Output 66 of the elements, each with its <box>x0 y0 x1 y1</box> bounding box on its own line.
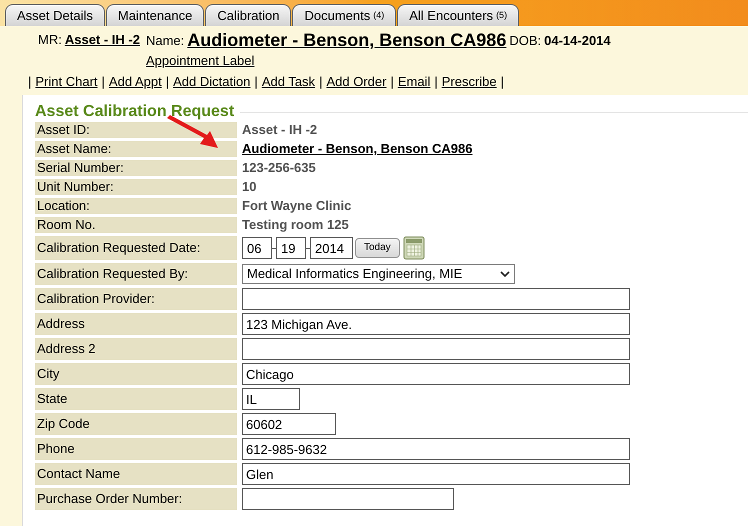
text-field[interactable]: 612-985-9632 <box>242 438 630 460</box>
field-label: Location: <box>35 198 237 214</box>
field-label: Contact Name <box>35 463 237 485</box>
separator: | <box>319 72 322 91</box>
day-field[interactable]: 19 <box>276 237 306 259</box>
text-field[interactable] <box>242 488 454 510</box>
text-field[interactable]: 60602 <box>242 413 336 435</box>
name-label: Name: <box>146 32 184 50</box>
tab[interactable]: Documents (4) <box>292 4 396 26</box>
separator: | <box>500 72 504 91</box>
field-label: Calibration Provider: <box>35 288 237 310</box>
tab[interactable]: Calibration <box>205 4 292 26</box>
patient-name-link[interactable]: Audiometer - Benson, Benson CA986 <box>187 29 506 51</box>
month-field[interactable]: 06 <box>242 237 272 259</box>
requested-by-select[interactable]: Medical Informatics Engineering, MIE <box>242 264 515 284</box>
mr-label: MR: <box>38 31 62 49</box>
action-link[interactable]: Add Task <box>262 72 316 91</box>
text-field[interactable]: IL <box>242 388 300 410</box>
field-label: Purchase Order Number: <box>35 488 237 510</box>
field-value: 10 <box>242 179 256 195</box>
separator: | <box>102 72 105 91</box>
field-value: Asset - IH -2 <box>242 122 318 138</box>
field-value: Fort Wayne Clinic <box>242 198 352 214</box>
text-field[interactable]: 123 Michigan Ave. <box>242 313 630 335</box>
field-label: Asset Name: <box>35 141 237 157</box>
field-label: State <box>35 388 237 410</box>
appointment-link[interactable]: Appointment Label <box>146 51 611 70</box>
field-label: Zip Code <box>35 413 237 435</box>
field-label: Asset ID: <box>35 122 237 138</box>
tab[interactable]: All Encounters (5) <box>397 4 520 26</box>
field-label: Address 2 <box>35 338 237 360</box>
field-label: Calibration Requested Date: <box>35 236 237 260</box>
field-label: Address <box>35 313 237 335</box>
field-label: Phone <box>35 438 237 460</box>
mr-link[interactable]: Asset - IH -2 <box>64 30 140 50</box>
field-label: Room No. <box>35 217 237 233</box>
text-field[interactable] <box>242 288 630 310</box>
separator: | <box>434 72 438 91</box>
separator: | <box>254 72 258 91</box>
dob-value: 04-14-2014 <box>544 32 611 50</box>
field-label: City <box>35 363 237 385</box>
field-label: Serial Number: <box>35 160 237 176</box>
asset-name-link[interactable]: Audiometer - Benson, Benson CA986 <box>242 141 472 157</box>
today-button[interactable]: Today <box>355 238 400 258</box>
action-link[interactable]: Print Chart <box>35 72 98 91</box>
separator: | <box>28 72 32 91</box>
field-label: Unit Number: <box>35 179 237 195</box>
action-link[interactable]: Prescribe <box>442 72 497 91</box>
tab[interactable]: Maintenance <box>106 4 204 26</box>
separator: | <box>390 72 394 91</box>
year-field[interactable]: 2014 <box>310 237 353 259</box>
text-field[interactable]: Glen <box>242 463 630 485</box>
field-label: Calibration Requested By: <box>35 263 237 285</box>
action-link[interactable]: Add Dictation <box>173 72 250 91</box>
tab[interactable]: Asset Details <box>5 4 105 26</box>
field-value: Testing room 125 <box>242 217 349 233</box>
text-field[interactable] <box>242 338 630 360</box>
dob-label: DOB: <box>509 32 542 50</box>
text-field[interactable]: Chicago <box>242 363 630 385</box>
action-link[interactable]: Add Appt <box>108 72 162 91</box>
separator: | <box>166 72 170 91</box>
calendar-icon[interactable] <box>402 236 425 260</box>
action-link[interactable]: Email <box>398 72 430 91</box>
action-link[interactable]: Add Order <box>326 72 386 91</box>
field-value: 123-256-635 <box>242 160 316 176</box>
form-title: Asset Calibration Request <box>35 103 234 121</box>
